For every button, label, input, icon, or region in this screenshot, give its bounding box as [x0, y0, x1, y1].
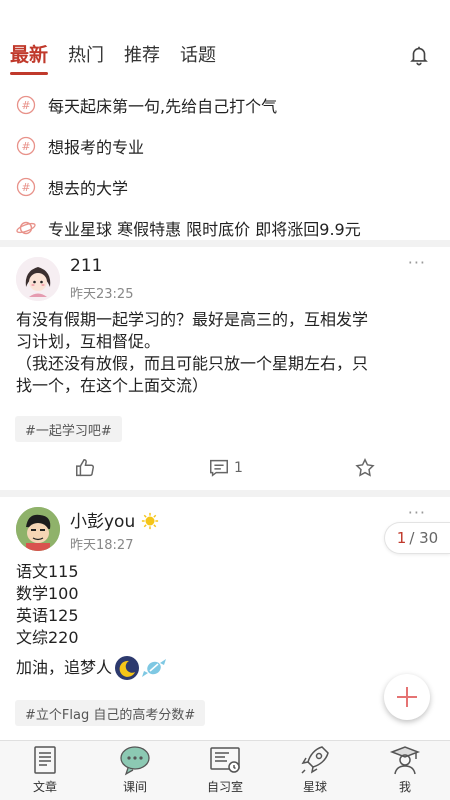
more-options-icon[interactable]: ···: [408, 253, 426, 272]
topic-label: 想报考的专业: [48, 137, 145, 157]
avatar[interactable]: [16, 507, 60, 551]
post-card[interactable]: 211 昨天23:25 ··· 有没有假期一起学习的？最好是高三的，互相发学 习…: [0, 247, 450, 493]
username-text: 小彭you: [70, 512, 136, 532]
favorite-button[interactable]: [354, 457, 376, 479]
more-options-icon[interactable]: ···: [408, 503, 426, 522]
post-username[interactable]: 小彭you: [70, 507, 159, 532]
svg-text:#: #: [21, 181, 30, 194]
bell-icon[interactable]: [408, 44, 430, 66]
hashtag-icon: #: [16, 136, 36, 155]
bottom-nav: 文章 课间 自习室 星球 我: [0, 740, 450, 800]
topic-item[interactable]: # 想报考的专业: [0, 125, 450, 166]
nav-item-planet[interactable]: 星球: [270, 741, 360, 800]
tab-topics[interactable]: 话题: [180, 41, 216, 75]
page-total: / 30: [409, 529, 439, 547]
new-post-button[interactable]: [384, 674, 430, 720]
hashtag-icon: #: [16, 177, 36, 196]
nav-item-me[interactable]: 我: [360, 741, 450, 800]
nav-item-study-room[interactable]: 自习室: [180, 741, 270, 800]
svg-text:#: #: [21, 140, 30, 153]
topic-list: # 每天起床第一句,先给自己打个气 # 想报考的专业 # 想去的大学 专业星球 …: [0, 84, 450, 248]
post-line-text: 加油，追梦人: [16, 658, 113, 677]
post-username[interactable]: 211: [70, 256, 102, 276]
nav-label: 文章: [32, 780, 57, 794]
comment-icon: [210, 459, 228, 477]
chat-bubble-icon: [120, 746, 150, 776]
study-room-icon: [210, 747, 240, 773]
section-divider: [0, 240, 450, 247]
sun-badge-icon: [141, 512, 158, 530]
hashtag-icon: #: [16, 95, 36, 114]
post-time: 昨天23:25: [70, 287, 134, 302]
topic-item[interactable]: # 每天起床第一句,先给自己打个气: [0, 84, 450, 125]
post-line: （我还没有放假，而且可能只放一个星期左右，只: [16, 354, 369, 373]
page-indicator: 1 / 30: [384, 522, 450, 554]
avatar[interactable]: [16, 257, 60, 301]
nav-item-article[interactable]: 文章: [0, 741, 90, 800]
nav-label: 我: [398, 780, 411, 794]
comment-count: 1: [234, 460, 243, 476]
post-line: 有没有假期一起学习的？最好是高三的，互相发学: [16, 310, 369, 329]
post-line: 英语125: [16, 606, 79, 625]
nav-item-break[interactable]: 课间: [90, 741, 180, 800]
comment-button[interactable]: 1: [208, 457, 243, 479]
topic-label: 专业星球 寒假特惠 限时底价 即将涨回9.9元: [48, 219, 361, 239]
post-line: 加油，追梦人: [16, 655, 436, 681]
post-card[interactable]: 小彭you 昨天18:27 ··· 语文115 数学100 英语125 文综22…: [0, 497, 450, 740]
nav-label: 星球: [302, 780, 327, 794]
section-divider: [0, 490, 450, 497]
post-body: 语文115 数学100 英语125 文综220 加油，追梦人: [16, 561, 436, 681]
planet-icon: [16, 221, 36, 234]
post-line: 语文115: [16, 562, 79, 581]
tab-latest[interactable]: 最新: [10, 40, 49, 75]
post-line: 习计划，互相督促。: [16, 332, 161, 351]
nav-label: 自习室: [206, 780, 243, 794]
page-current: 1: [396, 529, 407, 547]
post-actions: 1: [0, 457, 450, 487]
article-icon: [34, 746, 56, 774]
post-body: 有没有假期一起学习的？最好是高三的，互相发学 习计划，互相督促。 （我还没有放假…: [16, 309, 436, 397]
graduate-icon: [389, 746, 421, 775]
rocket-icon: [301, 746, 329, 774]
topic-item[interactable]: # 想去的大学: [0, 166, 450, 207]
nav-label: 课间: [122, 780, 147, 794]
post-line: 找一个，在这个上面交流）: [16, 376, 209, 395]
post-line: 文综220: [16, 628, 79, 647]
thumbs-up-icon: [76, 459, 94, 477]
star-icon: [355, 458, 375, 477]
topic-label: 想去的大学: [48, 178, 129, 198]
topic-label: 每天起床第一句,先给自己打个气: [48, 96, 278, 116]
post-time: 昨天18:27: [70, 538, 134, 553]
plus-icon: [397, 687, 417, 707]
moon-emoji-icon: [115, 656, 140, 680]
post-line: 数学100: [16, 584, 79, 603]
like-button[interactable]: [74, 457, 96, 479]
tab-recommended[interactable]: 推荐: [124, 41, 160, 75]
top-bar: 最新 热门 推荐 话题: [0, 0, 450, 84]
post-tag[interactable]: #一起学习吧#: [15, 416, 122, 442]
feed-tabs: 最新 热门 推荐 话题: [10, 40, 216, 75]
tab-hot[interactable]: 热门: [68, 41, 104, 75]
candy-emoji-icon: [142, 659, 167, 677]
svg-text:#: #: [21, 99, 30, 112]
post-tag[interactable]: #立个Flag 自己的高考分数#: [15, 700, 206, 726]
